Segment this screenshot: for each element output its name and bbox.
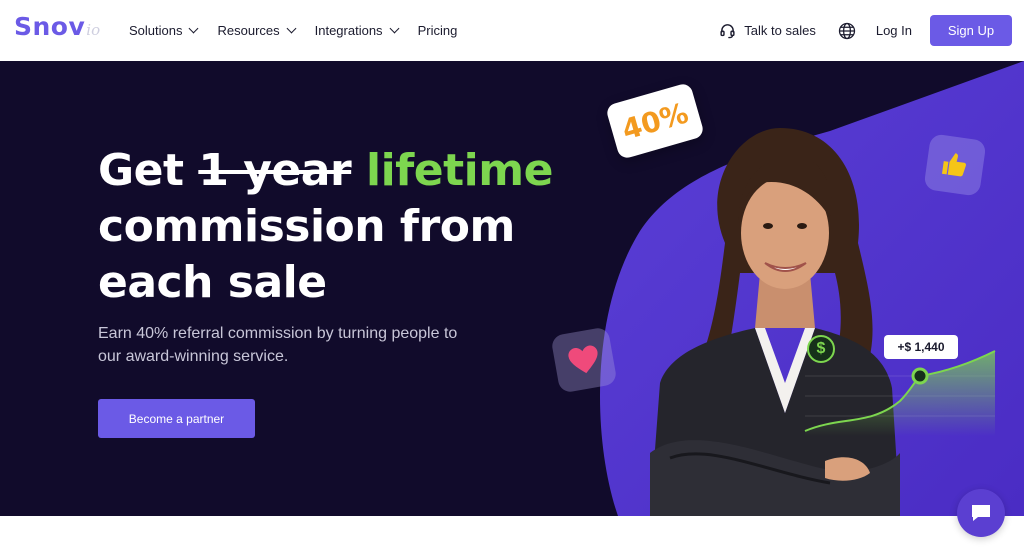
signup-button[interactable]: Sign Up — [930, 15, 1012, 46]
earnings-growth-chart — [804, 350, 996, 436]
language-selector[interactable] — [838, 22, 856, 40]
nav-solutions[interactable]: Solutions — [129, 23, 199, 38]
thumbs-up-icon — [941, 153, 966, 177]
nav-pricing-label: Pricing — [417, 23, 458, 38]
nav-solutions-label: Solutions — [129, 23, 183, 38]
heart-tile — [550, 326, 618, 394]
chat-widget-button[interactable] — [957, 489, 1005, 537]
nav-integrations-label: Integrations — [314, 23, 383, 38]
nav-resources[interactable]: Resources — [217, 23, 297, 38]
chevron-down-icon — [389, 23, 400, 34]
globe-icon — [838, 22, 855, 39]
become-partner-button[interactable]: Become a partner — [98, 399, 255, 438]
logo-text: Snov — [14, 12, 86, 41]
headline-highlight: lifetime — [366, 145, 553, 196]
nav-integrations[interactable]: Integrations — [314, 23, 400, 38]
site-header: Snov io Solutions Resources Integrations… — [0, 0, 1024, 61]
talk-to-sales-label: Talk to sales — [744, 23, 816, 38]
headset-icon — [720, 24, 735, 39]
headline-get: Get — [98, 145, 199, 196]
logo-suffix: io — [86, 21, 101, 39]
header-actions: Talk to sales Log In Sign Up — [719, 0, 1012, 61]
hero-subtext: Earn 40% referral commission by turning … — [98, 325, 458, 365]
businesswoman-image — [650, 128, 900, 516]
hero-section: Get 1 year lifetime commission from each … — [0, 61, 1024, 516]
headline-rest: commission from each sale — [98, 201, 515, 308]
nav-resources-label: Resources — [217, 23, 280, 38]
headline-space — [351, 145, 366, 196]
nav-pricing[interactable]: Pricing — [418, 23, 458, 38]
chat-icon — [972, 505, 990, 521]
hero-headline: Get 1 year lifetime commission from each … — [98, 143, 568, 311]
chevron-down-icon — [189, 23, 199, 34]
logo[interactable]: Snov io — [14, 12, 100, 48]
chevron-down-icon — [286, 23, 297, 34]
headline-strikethrough: 1 year — [198, 145, 352, 196]
login-link[interactable]: Log In — [876, 23, 912, 38]
talk-to-sales-link[interactable]: Talk to sales — [719, 22, 816, 39]
main-nav: Solutions Resources Integrations Pricing — [129, 0, 457, 61]
heart-icon — [568, 345, 598, 374]
thumbs-up-tile — [923, 133, 987, 197]
